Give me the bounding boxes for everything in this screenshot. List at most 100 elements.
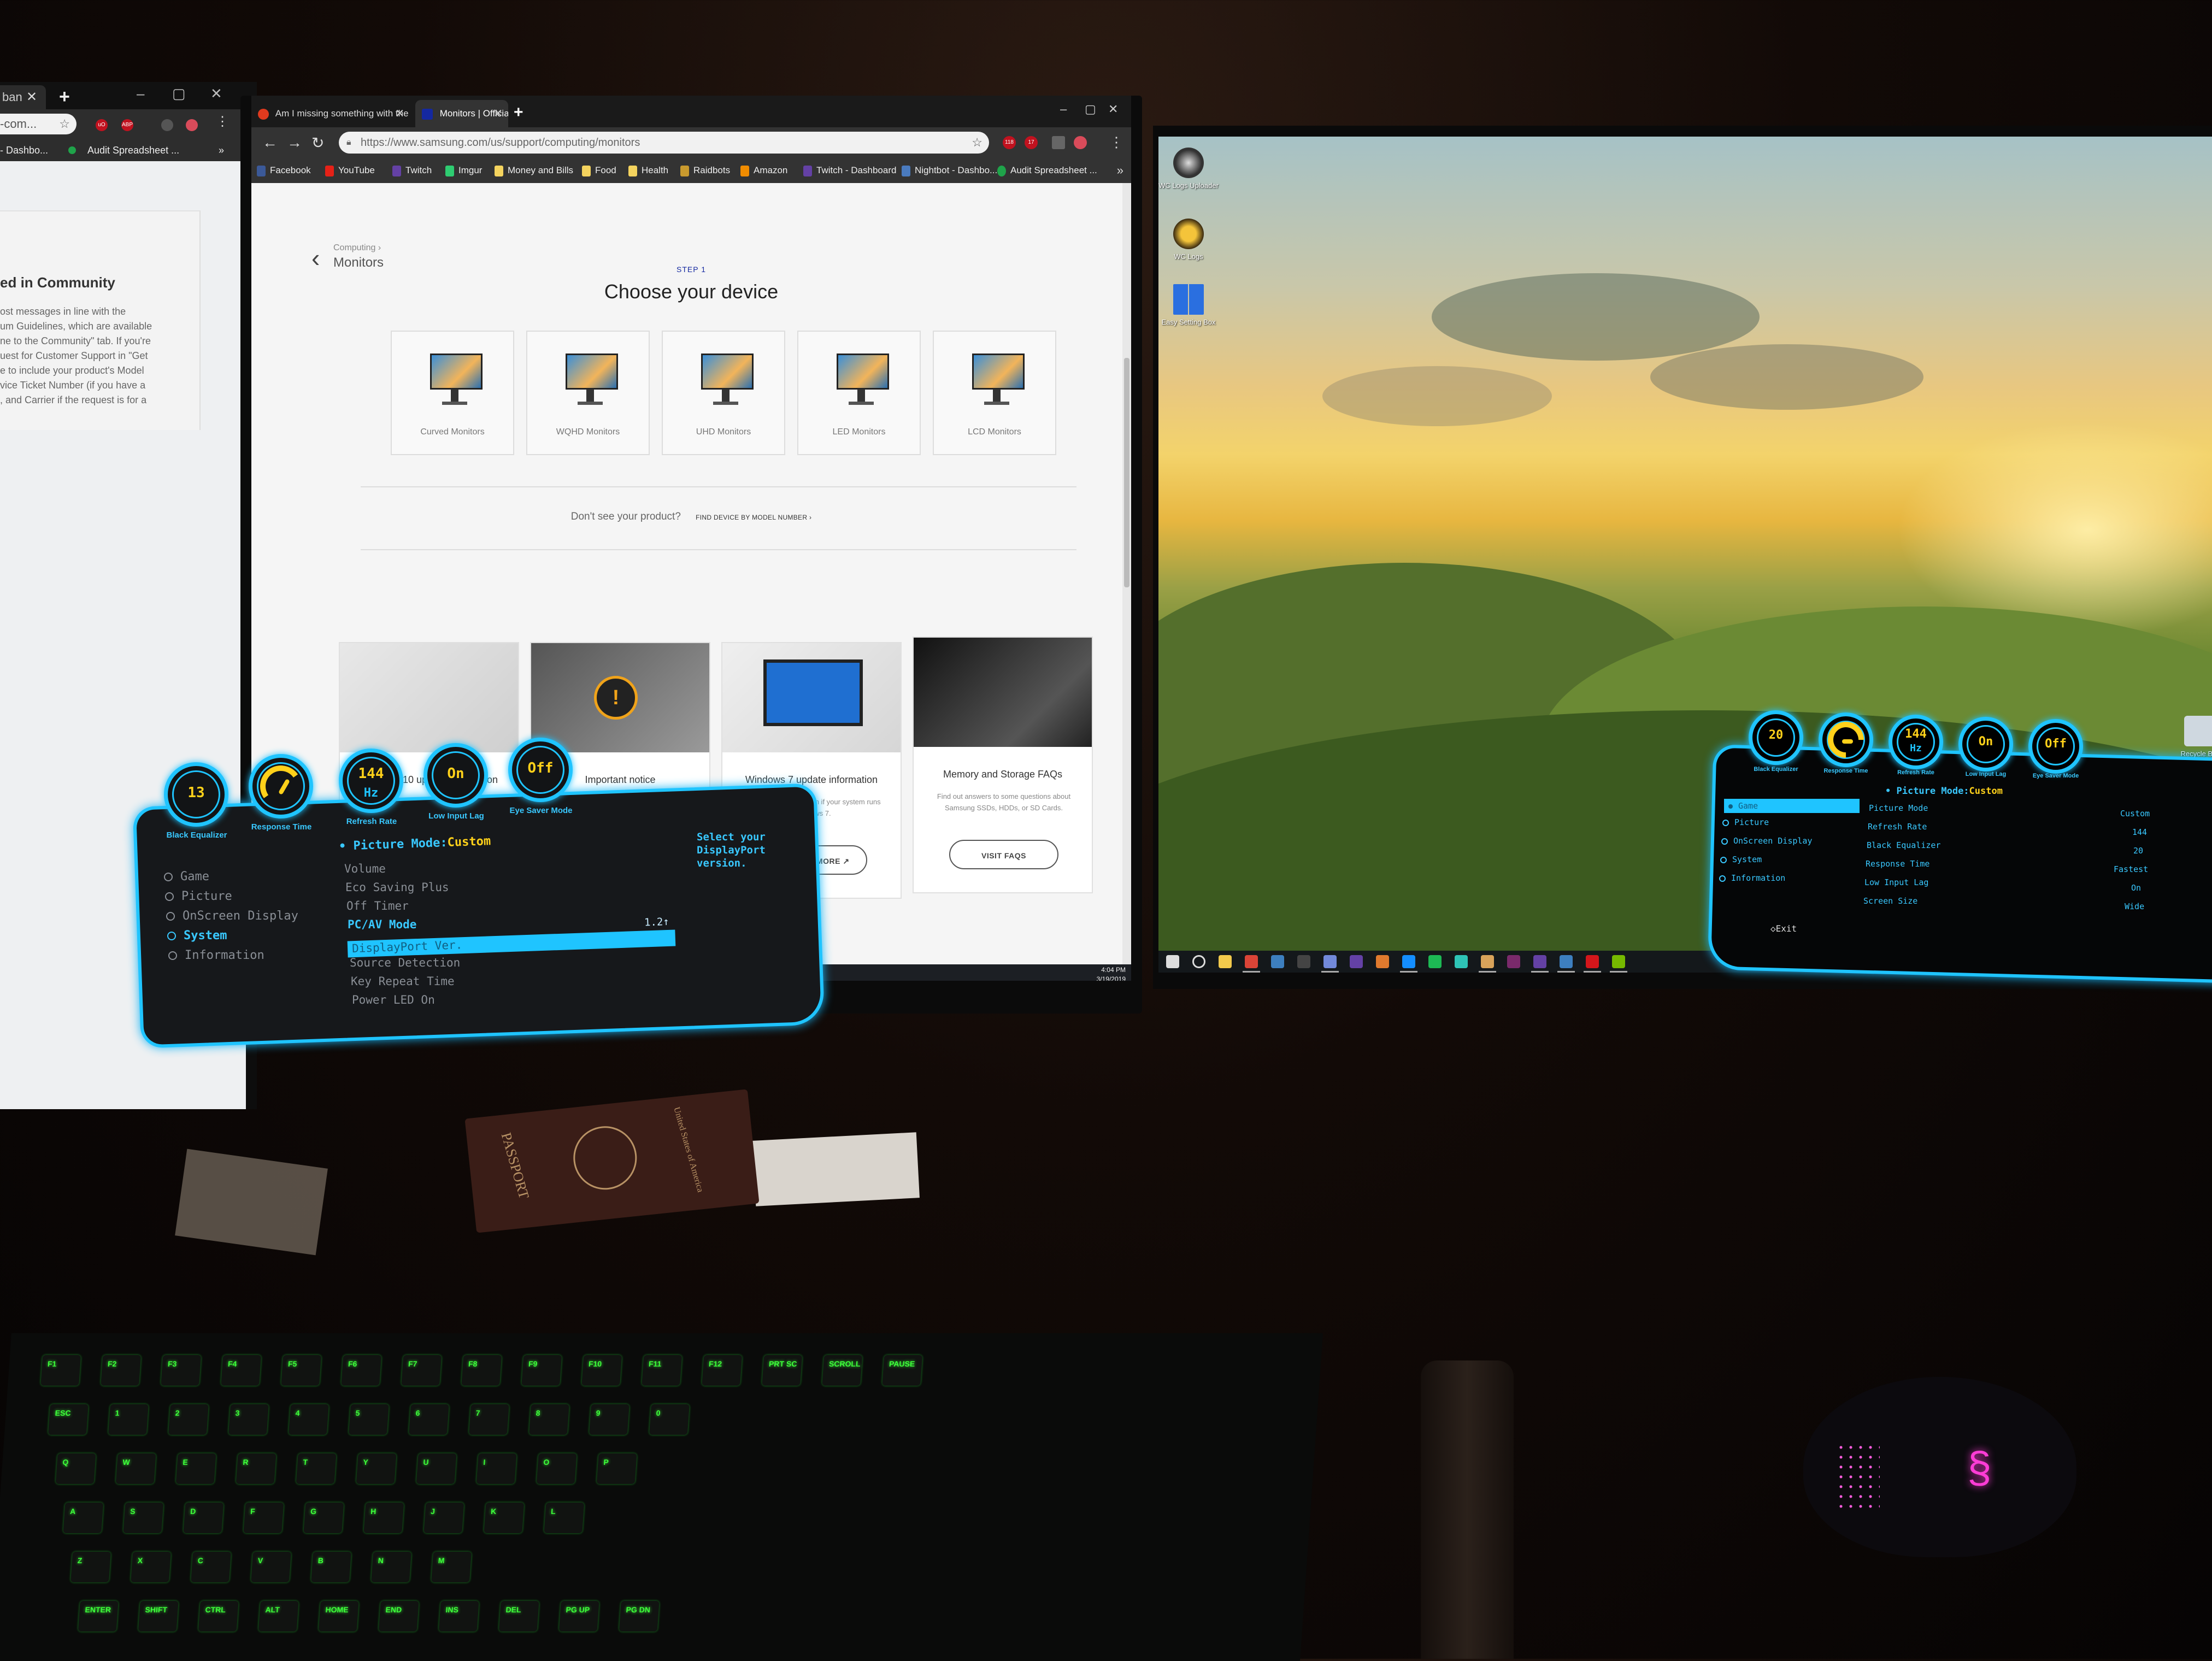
key[interactable]: INS <box>438 1601 479 1631</box>
osd-sub-volume[interactable]: Volume <box>344 862 386 875</box>
osd-sub-power-led[interactable]: Power LED On <box>352 993 435 1006</box>
maximize-button[interactable]: ▢ <box>1085 102 1096 116</box>
acrobat-icon[interactable] <box>1584 955 1601 973</box>
key[interactable]: END <box>378 1601 419 1631</box>
key[interactable]: M <box>431 1552 472 1582</box>
new-tab-button[interactable]: + <box>59 86 70 108</box>
reload-button[interactable]: ↻ <box>311 134 324 152</box>
desktop-icon-wc-logs[interactable]: WC Logs <box>1158 219 1219 261</box>
tab-reddit[interactable]: Am I missing something with the ✕ <box>251 100 410 127</box>
taskbar-clock[interactable]: 4:04 PM 3/19/2019 <box>1097 965 1126 981</box>
discord-icon[interactable] <box>1321 955 1339 973</box>
key[interactable]: O <box>536 1453 577 1484</box>
forward-button[interactable]: → <box>287 134 302 151</box>
nvidia-icon[interactable] <box>1610 955 1627 973</box>
bookmark-folder-food[interactable]: Food <box>582 158 616 183</box>
find-by-model-link[interactable]: FIND DEVICE BY MODEL NUMBER › <box>696 514 811 521</box>
menu-icon[interactable]: ⋮ <box>216 114 229 129</box>
star-icon[interactable]: ☆ <box>59 114 70 134</box>
key[interactable]: 1 <box>108 1404 149 1435</box>
bookmark-twitch[interactable]: Twitch <box>392 158 432 183</box>
key[interactable]: X <box>131 1552 172 1582</box>
key[interactable]: Q <box>55 1453 96 1484</box>
bookmark-star-icon[interactable]: ☆ <box>972 132 983 154</box>
device-card-curved[interactable]: Curved Monitors <box>391 331 514 455</box>
key[interactable]: 3 <box>228 1404 269 1435</box>
key[interactable]: 6 <box>408 1404 449 1435</box>
new-tab-button[interactable]: + <box>514 103 523 122</box>
key[interactable]: 7 <box>468 1404 509 1435</box>
slack-icon[interactable] <box>1507 955 1520 968</box>
key[interactable]: 0 <box>649 1404 690 1435</box>
menu-icon[interactable]: ⋮ <box>1109 134 1123 151</box>
maximize-button[interactable]: ▢ <box>172 85 186 102</box>
key[interactable]: E <box>175 1453 216 1484</box>
more-bookmarks-button[interactable]: » <box>1117 158 1123 183</box>
key[interactable]: ALT <box>258 1601 299 1631</box>
key[interactable]: U <box>416 1453 457 1484</box>
key[interactable]: SHIFT <box>138 1601 179 1631</box>
key[interactable]: F6 <box>341 1355 382 1386</box>
bookmark-folder-money[interactable]: Money and Bills <box>495 158 573 183</box>
key[interactable]: T <box>296 1453 337 1484</box>
close-window-button[interactable]: ✕ <box>210 85 222 102</box>
minimize-button[interactable]: – <box>1060 102 1067 116</box>
setting-name[interactable]: Response Time <box>1866 859 1929 869</box>
key[interactable]: PG UP <box>558 1601 599 1631</box>
chrome-icon[interactable] <box>1243 955 1260 973</box>
close-tab-icon[interactable]: ✕ <box>395 100 404 127</box>
close-icon[interactable]: ✕ <box>26 85 37 109</box>
osd-menu-onscreen-display[interactable]: OnScreen Display <box>166 909 298 923</box>
bookmark-audit-spreadsheet[interactable]: Audit Spreadsheet ... <box>87 139 179 161</box>
back-button[interactable]: ← <box>262 134 278 151</box>
osd-exit-button[interactable]: ◇Exit <box>1770 923 1797 934</box>
key[interactable]: ENTER <box>78 1601 119 1631</box>
device-card-wqhd[interactable]: WQHD Monitors <box>526 331 650 455</box>
key[interactable]: K <box>484 1503 525 1533</box>
key[interactable]: F7 <box>401 1355 442 1386</box>
key[interactable]: DEL <box>498 1601 539 1631</box>
key[interactable]: G <box>303 1503 344 1533</box>
address-bar[interactable]: 🔒︎ https://www.samsung.com/us/support/co… <box>339 132 989 154</box>
key[interactable]: F4 <box>221 1355 262 1386</box>
battlenet-icon[interactable] <box>1400 955 1417 973</box>
breadcrumb-parent[interactable]: Computing › <box>333 243 381 253</box>
bookmark-youtube[interactable]: YouTube <box>325 158 375 183</box>
start-icon[interactable] <box>1166 955 1179 968</box>
close-window-button[interactable]: ✕ <box>1108 102 1118 116</box>
key[interactable]: F9 <box>521 1355 562 1386</box>
key[interactable]: W <box>115 1453 156 1484</box>
osd-menu-information[interactable]: Information <box>168 949 264 962</box>
osd-sub-source-detection[interactable]: Source Detection <box>350 956 460 969</box>
steam-icon[interactable] <box>1271 955 1284 968</box>
bookmark-nightbot[interactable]: - Dashbo... <box>0 139 48 161</box>
bookmark-audit-spreadsheet[interactable]: Audit Spreadsheet ... <box>997 158 1097 183</box>
profile-icon[interactable] <box>186 119 198 131</box>
desktop-icon-easy-setting-box[interactable]: Easy Setting Box <box>1158 284 1219 326</box>
osd-sub-eco-saving[interactable]: Eco Saving Plus <box>345 881 449 894</box>
tab-samsung-monitors[interactable]: Monitors | Official Samsung Supp ✕ <box>415 100 508 127</box>
bookmark-amazon[interactable]: Amazon <box>740 158 787 183</box>
bookmark-raidbots[interactable]: Raidbots <box>680 158 730 183</box>
adblock-icon[interactable]: 17 <box>1025 136 1038 149</box>
key[interactable]: F10 <box>581 1355 622 1386</box>
osd-menu-system[interactable]: System <box>167 929 227 943</box>
setting-name[interactable]: Screen Size <box>1863 896 1917 906</box>
key[interactable]: V <box>251 1552 292 1582</box>
key[interactable]: PG DN <box>619 1601 660 1631</box>
steam-app-icon[interactable] <box>1557 955 1575 973</box>
scroll-thumb[interactable] <box>1124 358 1129 587</box>
osd-menu-game[interactable]: Game <box>164 870 209 883</box>
bookmark-twitch-dashboard[interactable]: Twitch - Dashboard <box>803 158 896 183</box>
key[interactable]: SCROLL <box>822 1355 863 1386</box>
bookmark-nightbot[interactable]: Nightbot - Dashbo... <box>902 158 997 183</box>
file-explorer-icon[interactable] <box>1219 955 1232 968</box>
key[interactable]: ESC <box>48 1404 89 1435</box>
bookmark-imgur[interactable]: Imgur <box>445 158 482 183</box>
osd-menu-system[interactable]: System <box>1720 855 1762 864</box>
twitch-app-icon[interactable] <box>1531 955 1549 973</box>
key[interactable]: F2 <box>101 1355 142 1386</box>
osd-menu-picture[interactable]: Picture <box>165 890 232 903</box>
key[interactable]: F1 <box>40 1355 81 1386</box>
key[interactable]: HOME <box>318 1601 359 1631</box>
